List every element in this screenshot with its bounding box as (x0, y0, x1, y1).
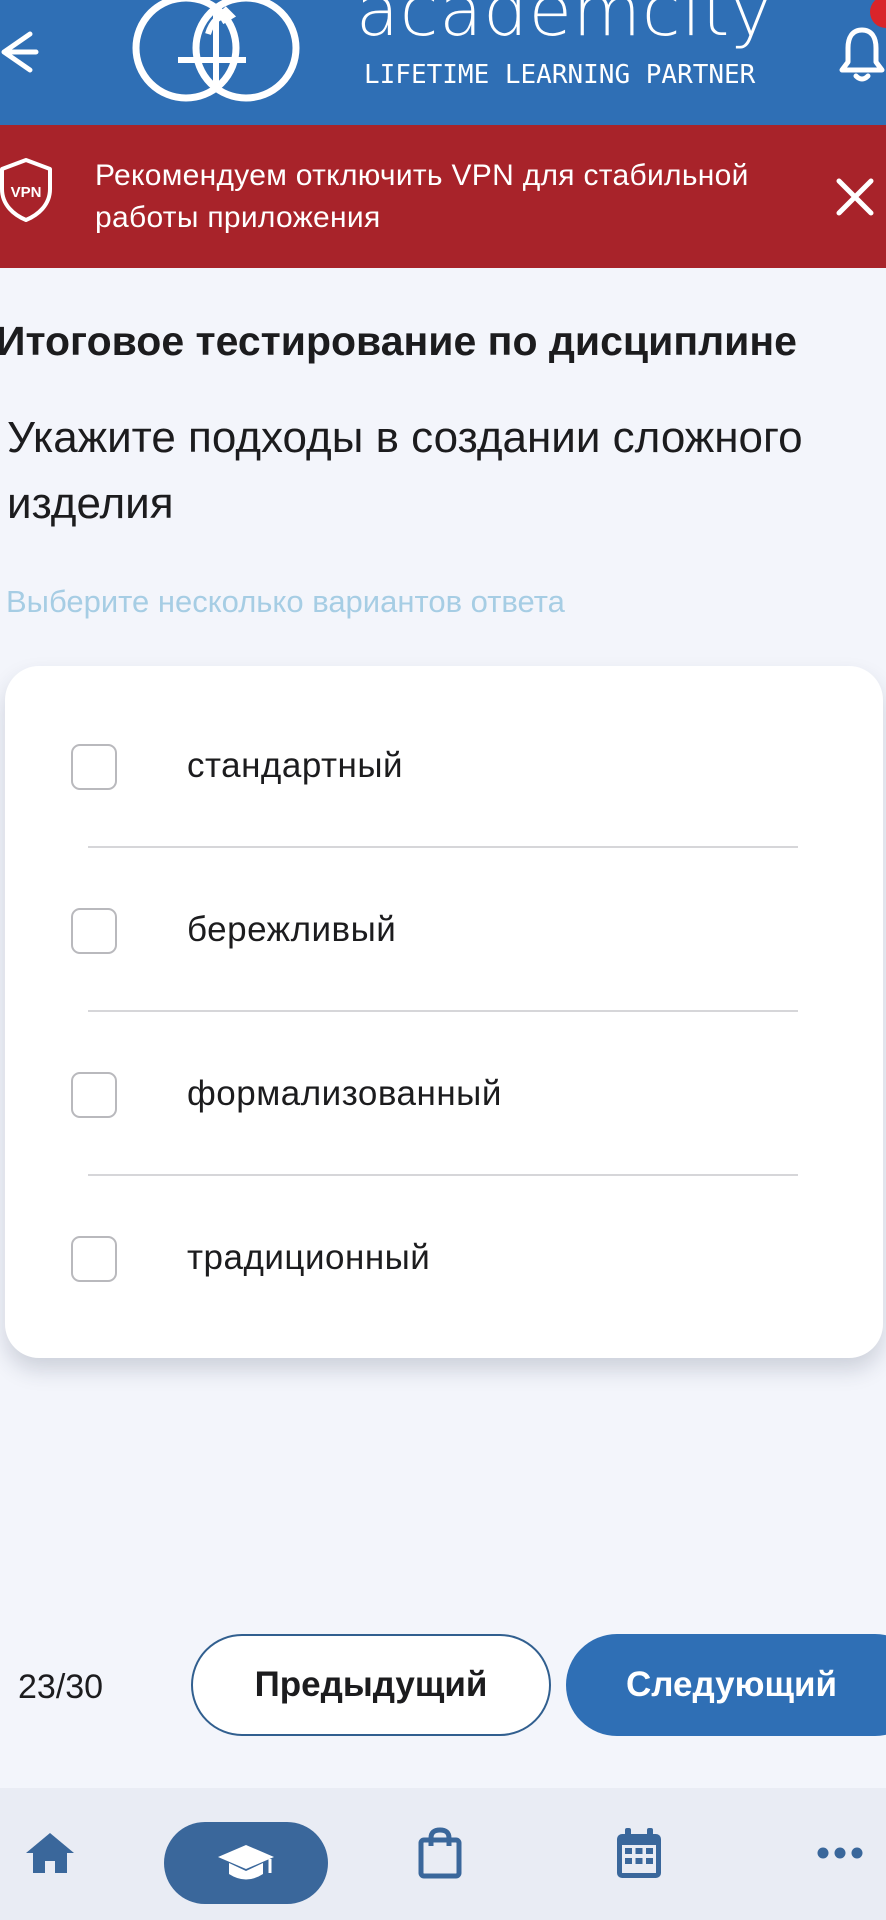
question-text: Укажите подходы в создании сложного изде… (7, 413, 803, 528)
vpn-warning-banner: VPN Рекомендуем отключить VPN для стабил… (0, 125, 886, 268)
nav-more[interactable] (810, 1818, 870, 1888)
next-button[interactable]: Следующий (566, 1634, 886, 1736)
option-label: традиционный (187, 1238, 431, 1277)
more-dots-icon (817, 1847, 863, 1859)
option-checkbox[interactable] (71, 1236, 117, 1282)
answer-hint: Выберите несколько вариантов ответа (6, 584, 565, 619)
vpn-icon-label: VPN (11, 184, 42, 201)
previous-button[interactable]: Предыдущий (191, 1634, 551, 1736)
graduation-cap-icon (218, 1845, 274, 1880)
app-header: academcity LIFETIME LEARNING PARTNER (0, 0, 886, 125)
home-icon (26, 1833, 74, 1873)
answer-option[interactable]: формализованный (5, 1044, 883, 1144)
option-divider (88, 1174, 798, 1176)
option-label: бережливый (187, 910, 397, 949)
arrow-left-icon (1, 31, 39, 73)
option-label: стандартный (187, 746, 404, 785)
option-checkbox[interactable] (71, 908, 117, 954)
test-title: Итоговое тестирование по дисциплине (0, 318, 797, 364)
answer-option[interactable]: традиционный (5, 1208, 883, 1308)
answer-option[interactable]: стандартный (5, 716, 883, 816)
vpn-shield-icon: VPN (0, 157, 54, 223)
logo-wordmark: academcity (356, 0, 773, 52)
bottom-navigation (0, 1788, 886, 1920)
nav-learning[interactable] (164, 1822, 328, 1904)
nav-shop[interactable] (410, 1818, 470, 1888)
question-counter: 23/30 (18, 1668, 104, 1706)
close-banner-button[interactable] (830, 172, 880, 222)
option-checkbox[interactable] (71, 744, 117, 790)
answer-option[interactable]: бережливый (5, 880, 883, 980)
option-checkbox[interactable] (71, 1072, 117, 1118)
calendar-icon (617, 1828, 661, 1878)
notifications-button[interactable] (838, 22, 886, 86)
close-icon (836, 178, 874, 216)
answer-options-card: стандартный бережливый формализованный т… (5, 666, 883, 1358)
logo-tagline: LIFETIME LEARNING PARTNER (364, 60, 756, 90)
option-divider (88, 1010, 798, 1012)
option-label: формализованный (187, 1074, 502, 1113)
option-divider (88, 846, 798, 848)
back-button[interactable] (0, 22, 50, 82)
nav-calendar[interactable] (609, 1818, 669, 1888)
nav-home[interactable] (20, 1818, 80, 1888)
bell-icon (839, 27, 885, 82)
shopping-bag-icon (418, 1827, 462, 1879)
vpn-warning-text: Рекомендуем отключить VPN для стабильной… (95, 159, 749, 234)
academcity-logo-icon (132, 0, 300, 102)
test-screen: academcity LIFETIME LEARNING PARTNER VPN… (0, 0, 886, 1920)
